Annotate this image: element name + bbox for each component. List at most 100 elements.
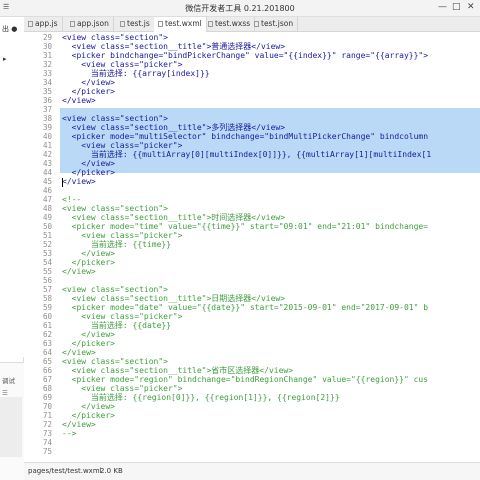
debug-output — [0, 397, 22, 457]
line-number: 63 — [42, 339, 52, 348]
line-number: 56 — [42, 276, 52, 285]
code-line[interactable]: 53 </view> — [24, 249, 480, 258]
code-line[interactable]: 37 — [24, 105, 480, 114]
code-line[interactable]: 44 </picker> — [24, 168, 480, 177]
code-line[interactable]: 30 <view class="section__title">普通选择器</v… — [24, 42, 480, 51]
line-number: 67 — [42, 375, 52, 384]
file-icon — [120, 21, 125, 27]
text-cursor — [62, 178, 63, 187]
code-line[interactable]: 65 <view class="section"> — [24, 357, 480, 366]
line-number: 75 — [42, 447, 52, 456]
code-line[interactable]: 49 <view class="section__title">时间选择器</v… — [24, 213, 480, 222]
file-icon — [28, 21, 33, 27]
line-number: 33 — [42, 69, 52, 78]
line-number: 35 — [42, 87, 52, 96]
line-number: 34 — [42, 78, 52, 87]
line-text: <view class="section"> — [62, 285, 168, 294]
debug-tab[interactable]: 调试 — [2, 375, 15, 385]
code-line[interactable]: 52 当前选择: {{time}} — [24, 240, 480, 249]
code-line[interactable]: 42 当前选择: {{multiArray[0][multiIndex[0]]}… — [24, 150, 480, 159]
code-line[interactable]: 38 <view class="section"> — [24, 114, 480, 123]
tab-label: test.js — [127, 19, 150, 28]
code-line[interactable]: 56 — [24, 276, 480, 285]
line-text: --> — [62, 429, 77, 438]
maximize-button[interactable]: □ — [452, 2, 461, 12]
code-line[interactable]: 29 <view class="section"> — [24, 33, 480, 42]
line-text: </picker> — [62, 411, 115, 420]
tab-app-json[interactable]: app.json — [66, 17, 114, 32]
code-line[interactable]: 46 — [24, 186, 480, 195]
code-line[interactable]: 33 当前选择: {{array[index]}} — [24, 69, 480, 78]
code-line[interactable]: 63 </picker> — [24, 339, 480, 348]
code-line[interactable]: 47 <!-- — [24, 195, 480, 204]
code-line[interactable]: 36 </view> — [24, 96, 480, 105]
code-line[interactable]: 70 </view> — [24, 402, 480, 411]
line-text: <picker mode="multiSelector" bindchange=… — [62, 132, 429, 141]
line-text: </view> — [62, 249, 115, 258]
code-line[interactable]: 40 <picker mode="multiSelector" bindchan… — [24, 132, 480, 141]
file-size: 2.0 KB — [100, 467, 123, 475]
line-text: </view> — [62, 420, 96, 429]
line-text: </view> — [62, 96, 96, 105]
code-line[interactable]: 39 <view class="section__title">多列选择器</v… — [24, 123, 480, 132]
line-number: 51 — [42, 231, 52, 240]
code-line[interactable]: 66 <view class="section__title">省市区选择器</… — [24, 366, 480, 375]
line-text: 当前选择: {{array[index]}} — [62, 69, 210, 78]
line-text: 当前选择: {{region[0]}}, {{region[1]}}, {{re… — [62, 393, 340, 402]
code-line[interactable]: 73 --> — [24, 429, 480, 438]
code-line[interactable]: 48 <view class="section"> — [24, 204, 480, 213]
code-line[interactable]: 43 </view> — [24, 159, 480, 168]
code-line[interactable]: 60 <view class="picker"> — [24, 312, 480, 321]
line-text: 当前选择: {{multiArray[0][multiIndex[0]]}}, … — [62, 150, 432, 159]
debug-menu-icon[interactable]: ☰ — [2, 389, 8, 397]
line-number: 57 — [42, 285, 52, 294]
line-number: 41 — [42, 141, 52, 150]
code-line[interactable]: 31 <picker bindchange="bindPickerChange"… — [24, 51, 480, 60]
code-line[interactable]: 58 <view class="section__title">日期选择器</v… — [24, 294, 480, 303]
simulator-item-icon[interactable]: ▸ — [3, 55, 7, 63]
code-line[interactable]: 51 <view class="picker"> — [24, 231, 480, 240]
code-line[interactable]: 50 <picker mode="time" value="{{time}}" … — [24, 222, 480, 231]
line-text: </picker> — [62, 258, 115, 267]
line-number: 66 — [42, 366, 52, 375]
code-line[interactable]: 32 <view class="picker"> — [24, 60, 480, 69]
tab-test-wxss[interactable]: test.wxss — [204, 17, 256, 32]
line-number: 46 — [42, 186, 52, 195]
tab-test-json[interactable]: test.json — [250, 17, 299, 32]
simulator-view[interactable] — [0, 17, 24, 357]
code-line[interactable]: 57 <view class="section"> — [24, 285, 480, 294]
code-line[interactable]: 74 — [24, 438, 480, 447]
code-line[interactable]: 75 — [24, 447, 480, 456]
close-button[interactable]: ✕ — [467, 2, 475, 12]
code-line[interactable]: 61 当前选择: {{date}} — [24, 321, 480, 330]
code-line[interactable]: 69 当前选择: {{region[0]}}, {{region[1]}}, {… — [24, 393, 480, 402]
tab-app-js[interactable]: app.js — [24, 17, 63, 32]
line-text: </picker> — [62, 87, 115, 96]
code-line[interactable]: 55 </view> — [24, 267, 480, 276]
line-number: 47 — [42, 195, 52, 204]
code-line[interactable]: 64 </view> — [24, 348, 480, 357]
line-number: 60 — [42, 312, 52, 321]
line-number: 49 — [42, 213, 52, 222]
code-line[interactable]: 54 </picker> — [24, 258, 480, 267]
file-icon — [70, 21, 75, 27]
code-line[interactable]: 68 <view class="picker"> — [24, 384, 480, 393]
code-line[interactable]: 59 <picker mode="date" value="{{date}}" … — [24, 303, 480, 312]
tab-test-js[interactable]: test.js — [116, 17, 155, 32]
code-line[interactable]: 62 </view> — [24, 330, 480, 339]
minimize-button[interactable]: — — [438, 2, 447, 12]
code-line[interactable]: 34 </view> — [24, 78, 480, 87]
line-number: 53 — [42, 249, 52, 258]
line-number: 38 — [42, 114, 52, 123]
code-line[interactable]: 35 </picker> — [24, 87, 480, 96]
line-text: <view class="section"> — [62, 33, 168, 42]
code-line[interactable]: 71 </picker> — [24, 411, 480, 420]
tab-test-wxml[interactable]: test.wxml — [154, 17, 207, 32]
line-text: 当前选择: {{date}} — [62, 321, 172, 330]
line-number: 71 — [42, 411, 52, 420]
code-editor[interactable]: 29 <view class="section"> 30 <view class="… — [24, 32, 480, 462]
code-line[interactable]: 72 </view> — [24, 420, 480, 429]
code-line[interactable]: 45 </view> — [24, 177, 480, 186]
code-line[interactable]: 41 <view class="picker"> — [24, 141, 480, 150]
code-line[interactable]: 67 <picker mode="region" bindchange="bin… — [24, 375, 480, 384]
